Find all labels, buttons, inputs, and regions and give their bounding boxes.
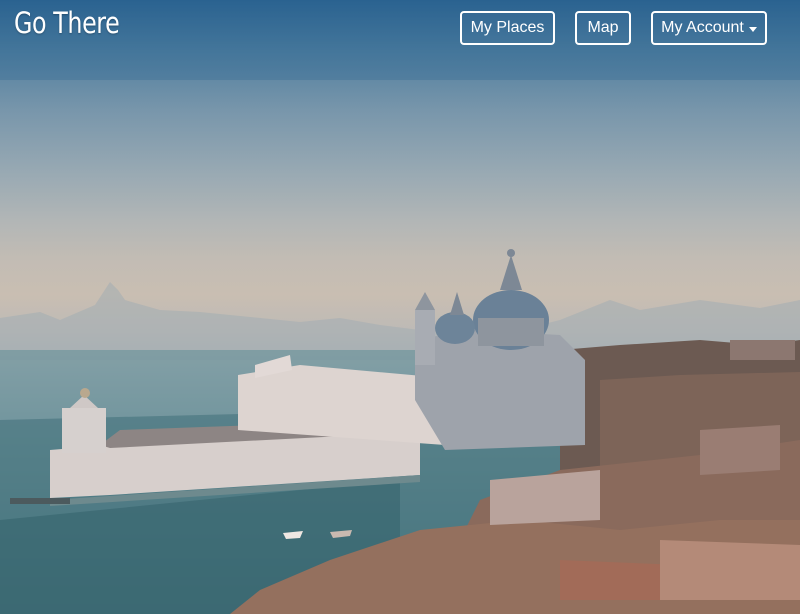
hero-background: Go There My Places Map My Account — [0, 0, 800, 614]
brand-logo[interactable]: Go There — [14, 6, 120, 40]
my-places-label: My Places — [470, 19, 545, 36]
my-places-button[interactable]: My Places — [460, 11, 555, 45]
map-label: Map — [587, 19, 619, 36]
my-account-label: My Account — [661, 19, 744, 36]
map-button[interactable]: Map — [575, 11, 631, 45]
caret-down-icon — [748, 26, 757, 32]
venice-skyline-illustration — [0, 0, 800, 614]
my-account-dropdown[interactable]: My Account — [651, 11, 767, 45]
